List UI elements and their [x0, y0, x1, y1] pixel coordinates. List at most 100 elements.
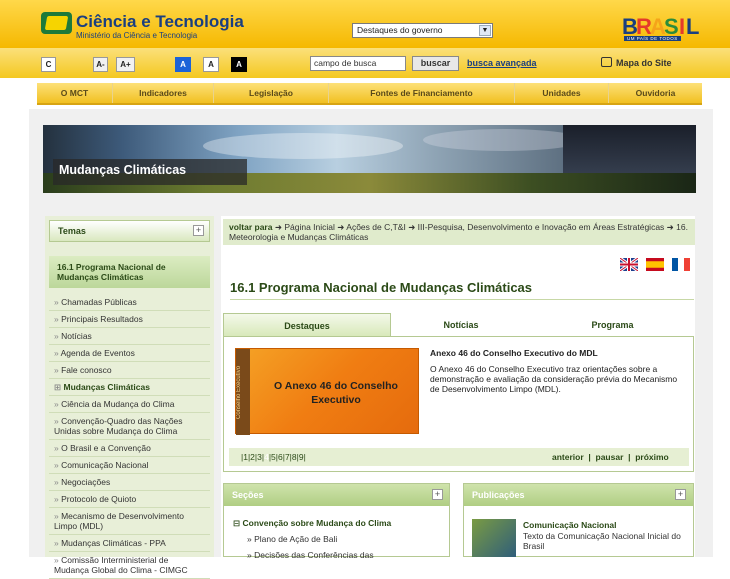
expand-icon[interactable]: + — [675, 489, 686, 500]
main-nav: O MCT Indicadores Legislação Fontes de F… — [37, 83, 702, 105]
nav-item-indicadores[interactable]: Indicadores — [112, 83, 213, 103]
control-separator: | — [625, 452, 636, 462]
breadcrumb-pesquisa[interactable]: III-Pesquisa, Desenvolvimento e Inovação… — [418, 222, 665, 232]
sidebar-item-ciencia[interactable]: » Ciência da Mudança do Clima — [49, 396, 210, 413]
sidebar-item-label: Protocolo de Quioto — [61, 494, 137, 504]
government-select-value: Destaques do governo — [357, 25, 443, 35]
site-title[interactable]: Ciência e Tecnologia — [76, 13, 244, 30]
breadcrumb-prefix: voltar para — [229, 222, 273, 232]
sitemap-icon — [601, 57, 612, 67]
nav-item-mct[interactable]: O MCT — [37, 83, 112, 103]
sidebar-item-label: Ciência da Mudança do Clima — [61, 399, 175, 409]
font-increase-button[interactable]: A+ — [116, 57, 135, 72]
sidebar-item-ppa[interactable]: » Mudanças Climáticas - PPA — [49, 535, 210, 552]
brasil-tagline: UM PAÍS DE TODOS — [624, 36, 681, 41]
control-separator: | — [586, 452, 596, 462]
sidebar-item-quioto[interactable]: » Protocolo de Quioto — [49, 491, 210, 508]
chevron-down-icon[interactable]: ▼ — [479, 25, 491, 36]
temas-header[interactable]: Temas — [49, 220, 210, 242]
publication-title[interactable]: Comunicação Nacional — [523, 520, 617, 530]
breadcrumb-arrow-icon: ➜ — [337, 222, 347, 232]
sidebar-item-mudancas[interactable]: ⊞ Mudanças Climáticas — [49, 379, 210, 396]
featured-image-side-label: Conselho Executivo — [236, 349, 250, 435]
sections-box-title: Seções — [224, 484, 449, 506]
sidebar-item-label: Mecanismo de Desenvolvimento Limpo (MDL) — [54, 511, 184, 531]
spain-flag-icon[interactable] — [646, 258, 664, 271]
previous-button[interactable]: anterior — [552, 452, 584, 462]
banner-cloud — [203, 133, 403, 159]
sidebar-item-cimgc[interactable]: » Comissão Interministerial de Mudança G… — [49, 552, 210, 579]
france-flag-icon[interactable] — [672, 258, 690, 271]
site-map-link[interactable]: Mapa do Site — [601, 57, 672, 68]
sidebar-item-label: Negociações — [61, 477, 111, 487]
nav-item-ouvidoria[interactable]: Ouvidoria — [608, 83, 702, 103]
site-map-label: Mapa do Site — [616, 58, 672, 68]
tab-programa[interactable]: Programa — [531, 313, 694, 337]
sections-main-item-label: Convenção sobre Mudança do Clima — [242, 518, 392, 528]
bullet-icon: » — [54, 348, 61, 358]
next-button[interactable]: próximo — [635, 452, 669, 462]
sidebar-item-chamadas[interactable]: » Chamadas Públicas — [49, 294, 210, 311]
page-title: 16.1 Programa Nacional de Mudanças Climá… — [230, 280, 533, 295]
slideshow-controls: anterior | pausar | próximo — [552, 452, 669, 462]
sections-item-label: Plano de Ação de Bali — [254, 534, 338, 544]
sections-main-item[interactable]: ⊟ Convenção sobre Mudança do Clima — [233, 518, 391, 528]
sidebar-item-resultados[interactable]: » Principais Resultados — [49, 311, 210, 328]
brasil-logo[interactable]: B R A S I L UM PAÍS DE TODOS — [622, 14, 700, 41]
nav-item-unidades[interactable]: Unidades — [514, 83, 608, 103]
breadcrumb-acoes[interactable]: Ações de C,T&I — [346, 222, 406, 232]
brasil-letter-s: S — [664, 14, 679, 39]
sidebar-item-mdl[interactable]: » Mecanismo de Desenvolvimento Limpo (MD… — [49, 508, 210, 535]
search-input[interactable]: campo de busca — [310, 56, 406, 71]
sidebar-item-label: Mudanças Climáticas - PPA — [61, 538, 166, 548]
title-divider — [230, 299, 694, 300]
advanced-search-link[interactable]: busca avançada — [467, 58, 537, 68]
featured-title[interactable]: Anexo 46 do Conselho Executivo do MDL — [430, 348, 598, 358]
banner-image: Mudanças Climáticas — [43, 125, 696, 193]
breadcrumb-arrow-icon: ➜ — [666, 222, 677, 232]
contrast-black-button[interactable]: A — [231, 57, 247, 72]
sidebar-item-label: Notícias — [61, 331, 92, 341]
uk-flag-icon[interactable] — [620, 258, 638, 271]
brasil-letter-l: L — [686, 14, 700, 39]
sidebar-item-agenda[interactable]: » Agenda de Eventos — [49, 345, 210, 362]
sections-item[interactable]: » Plano de Ação de Bali — [247, 534, 337, 544]
sidebar-item-brasil[interactable]: » O Brasil e a Convenção — [49, 440, 210, 457]
pause-button[interactable]: pausar — [596, 452, 624, 462]
featured-text: O Anexo 46 do Conselho Executivo traz or… — [430, 364, 678, 394]
contrast-blue-button[interactable]: A — [175, 57, 191, 72]
sidebar-item-label: Principais Resultados — [61, 314, 143, 324]
contrast-white-button[interactable]: A — [203, 57, 219, 72]
sections-item[interactable]: » Decisões das Conferências das — [247, 550, 374, 560]
banner-cloud — [423, 129, 583, 151]
featured-image-title: O Anexo 46 do Conselho Executivo — [274, 380, 398, 406]
language-flags — [620, 258, 694, 272]
breadcrumb: voltar para ➜ Página Inicial ➜ Ações de … — [223, 219, 695, 245]
publications-box-title: Publicações — [464, 484, 693, 506]
brasil-letter-i: I — [679, 14, 686, 39]
sidebar-item-label: Comissão Interministerial de Mudança Glo… — [54, 555, 188, 575]
sidebar-item-label: O Brasil e a Convenção — [61, 443, 151, 453]
nav-item-fontes[interactable]: Fontes de Financiamento — [328, 83, 514, 103]
sidebar-item-comunicacao[interactable]: » Comunicação Nacional — [49, 457, 210, 474]
tab-noticias[interactable]: Notícias — [391, 313, 531, 337]
expand-icon[interactable]: + — [432, 489, 443, 500]
featured-image[interactable]: Conselho Executivo O Anexo 46 do Conselh… — [235, 348, 419, 435]
ministry-logo-icon[interactable] — [41, 12, 72, 34]
sidebar-item-fale-conosco[interactable]: » Fale conosco — [49, 362, 210, 379]
sections-item-label: Decisões das Conferências das — [254, 550, 374, 560]
sidebar-item-convencao[interactable]: » Convenção-Quadro das Nações Unidas sob… — [49, 413, 210, 440]
tab-destaques[interactable]: Destaques — [223, 313, 391, 337]
font-reset-button[interactable]: C — [41, 57, 56, 72]
government-select[interactable]: Destaques do governo ▼ — [352, 23, 493, 38]
breadcrumb-home[interactable]: Página Inicial — [284, 222, 335, 232]
sidebar-item-noticias[interactable]: » Notícias — [49, 328, 210, 345]
sidebar-section-title: 16.1 Programa Nacional de Mudanças Climá… — [49, 256, 210, 288]
expand-icon[interactable]: + — [193, 225, 204, 236]
page-numbers: |1|2|3|4|5|6|7|8|9| — [241, 452, 306, 462]
publication-cover-image[interactable] — [472, 519, 516, 557]
search-button[interactable]: buscar — [412, 56, 459, 71]
sidebar-item-negociacoes[interactable]: » Negociações — [49, 474, 210, 491]
nav-item-legislacao[interactable]: Legislação — [213, 83, 328, 103]
font-decrease-button[interactable]: A- — [93, 57, 108, 72]
